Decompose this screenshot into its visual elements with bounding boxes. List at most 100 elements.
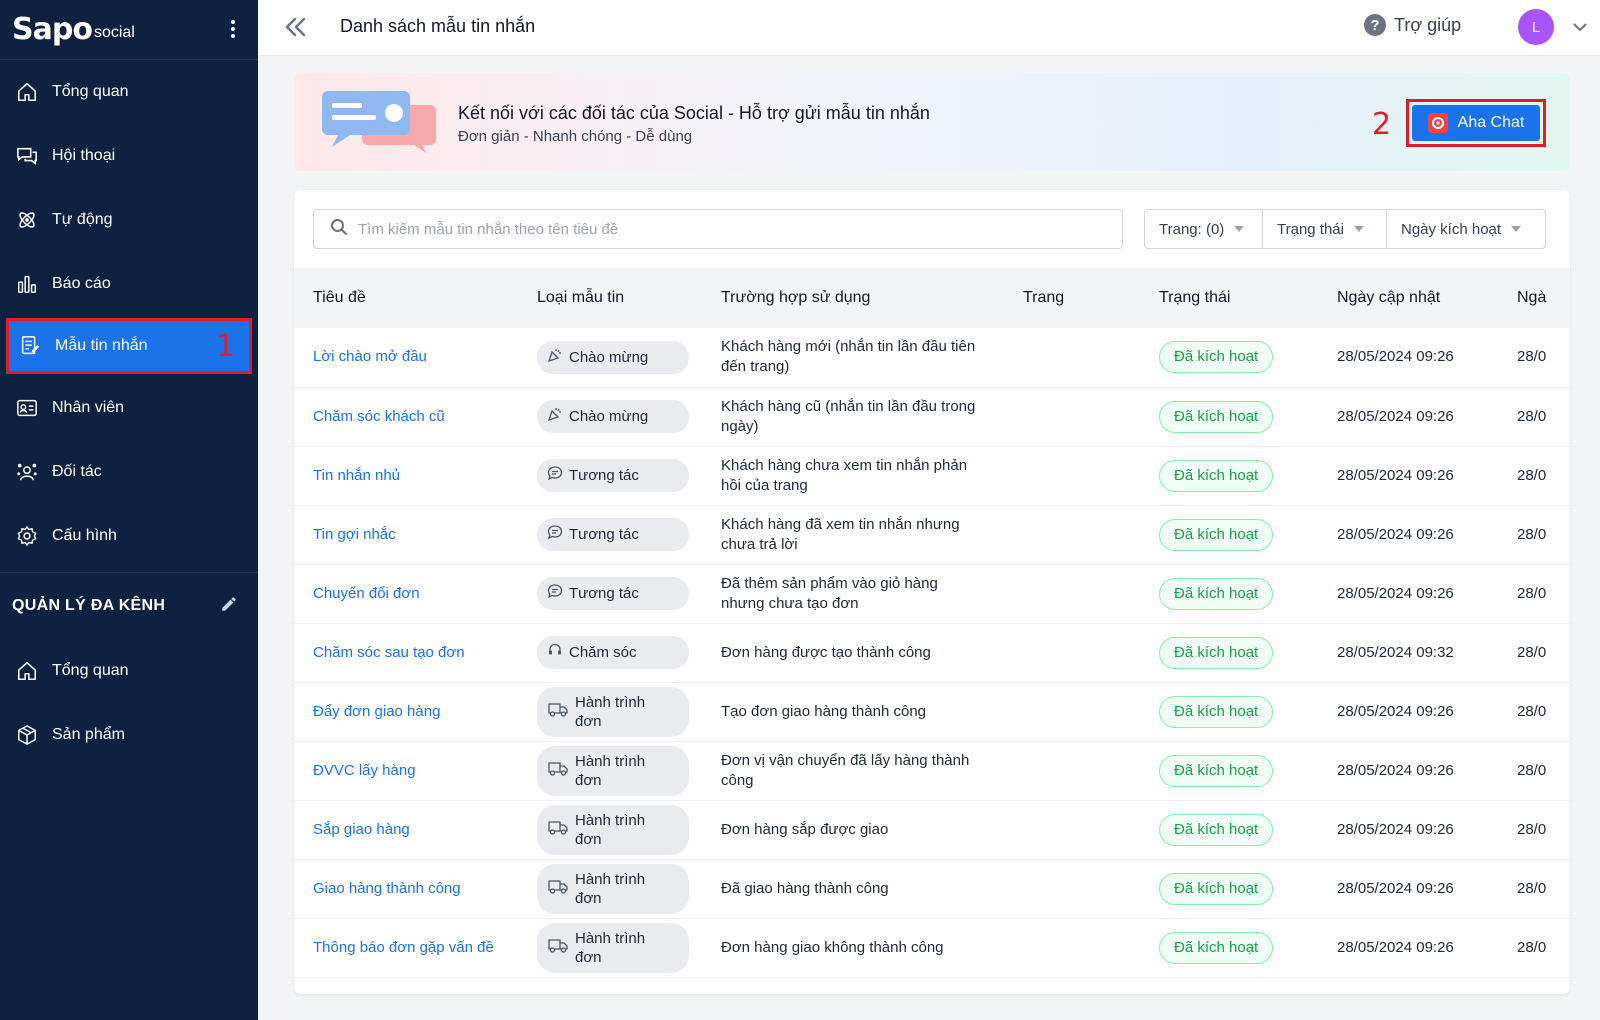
- template-type-label: Hành trình đơn: [575, 693, 646, 730]
- template-title-link[interactable]: Sắp giao hàng: [313, 821, 410, 838]
- logo[interactable]: Sapo: [12, 12, 93, 47]
- template-title-link[interactable]: Lời chào mở đầu: [313, 348, 427, 365]
- column-header-status[interactable]: Trạng thái: [1140, 268, 1318, 328]
- table-row[interactable]: Chuyển đổi đơn Tương tác Đã thêm sản phẩm …: [294, 564, 1570, 623]
- collapse-sidebar-icon[interactable]: [284, 16, 308, 43]
- usage-cell: Tạo đơn giao hàng thành công: [721, 702, 926, 720]
- box-icon: [14, 722, 40, 748]
- template-title-link[interactable]: Thông báo đơn gặp vấn đề: [313, 939, 494, 956]
- sidebar-item-label: Tự động: [52, 211, 113, 228]
- sidebar-item-tong-quan[interactable]: Tổng quan: [0, 639, 258, 703]
- template-type-chip: Chăm sóc: [537, 636, 689, 669]
- edit-icon[interactable]: [220, 595, 238, 618]
- page-cell: [1004, 918, 1140, 977]
- caret-down-icon: [1511, 226, 1522, 232]
- table-row[interactable]: Chăm sóc khách cũ Chào mừng Khách hàng cũ …: [294, 387, 1570, 446]
- template-title-link[interactable]: Chăm sóc sau tạo đơn: [313, 644, 465, 661]
- automation-icon: [14, 207, 40, 233]
- updated-date-cell: 28/05/2024 09:26: [1337, 525, 1454, 543]
- column-header-title[interactable]: Tiêu đề: [294, 268, 518, 328]
- help-link[interactable]: ? Trợ giúp: [1364, 14, 1461, 36]
- more-menu-icon[interactable]: [230, 20, 236, 38]
- table-row[interactable]: Giao hàng thành công Hành trình đơn Đã gia…: [294, 859, 1570, 918]
- sidebar-item-doi-tac[interactable]: Đối tác: [0, 440, 258, 504]
- logo-bar: Sapo social: [0, 0, 258, 60]
- sidebar-item-label: Tổng quan: [52, 83, 129, 100]
- usage-cell: Đơn hàng được tạo thành công: [721, 643, 931, 661]
- table-row[interactable]: Sắp giao hàng Hành trình đơn Đơn hàng sắp …: [294, 800, 1570, 859]
- sidebar-item-label: Tổng quan: [52, 662, 129, 679]
- chevron-down-icon[interactable]: [1572, 20, 1588, 38]
- template-type-chip: Hành trình đơn: [537, 686, 689, 737]
- sidebar-item-label: Mẫu tin nhắn: [55, 337, 148, 354]
- sidebar-item-tu-dong[interactable]: Tự động: [0, 188, 258, 252]
- page-cell: [1004, 623, 1140, 682]
- template-type-label: Tương tác: [569, 526, 639, 543]
- template-title-link[interactable]: Chuyển đổi đơn: [313, 585, 420, 602]
- template-title-link[interactable]: ĐVVC lấy hàng: [313, 762, 416, 779]
- table-row[interactable]: Lời chào mở đầu Chào mừng Khách hàng mới (…: [294, 328, 1570, 387]
- sidebar-item-san-pham[interactable]: Sản phẩm: [0, 703, 258, 767]
- sidebar-item-label: Báo cáo: [52, 275, 111, 292]
- party-icon: [547, 406, 563, 427]
- usage-cell: Khách hàng cũ (nhắn tin lần đầu trong ng…: [721, 397, 976, 435]
- template-type-chip: Tương tác: [537, 459, 689, 492]
- column-header-activated[interactable]: Ngà: [1498, 268, 1570, 328]
- sidebar: Sapo social Tổng quan Hội thoại Tự động Báo…: [0, 0, 258, 1020]
- status-badge: Đã kích hoạt: [1159, 636, 1274, 669]
- column-header-type[interactable]: Loại mẫu tin: [518, 268, 702, 328]
- message-icon: [547, 524, 563, 545]
- help-icon: ?: [1364, 14, 1386, 36]
- search-input[interactable]: [358, 220, 1078, 238]
- avatar[interactable]: L: [1518, 9, 1554, 45]
- usage-cell: Khách hàng đã xem tin nhắn nhưng chưa tr…: [721, 515, 960, 553]
- aha-chat-label: Aha Chat: [1457, 114, 1525, 131]
- table-row[interactable]: ĐVVC lấy hàng Hành trình đơn Đơn vị vận ch…: [294, 741, 1570, 800]
- message-icon: [547, 465, 563, 486]
- template-title-link[interactable]: Tin gợi nhắc: [313, 526, 396, 543]
- template-title-link[interactable]: Giao hàng thành công: [313, 880, 461, 897]
- usage-cell: Khách hàng chưa xem tin nhắn phản hồi củ…: [721, 456, 968, 494]
- section-title-label: QUẢN LÝ ĐA KÊNH: [12, 597, 166, 614]
- template-type-chip: Hành trình đơn: [537, 922, 689, 973]
- table-row[interactable]: Tin nhắn nhủ Tương tác Khách hàng chưa xem…: [294, 446, 1570, 505]
- status-badge: Đã kích hoạt: [1159, 872, 1274, 905]
- status-filter[interactable]: Trạng thái: [1263, 210, 1387, 248]
- column-header-usage[interactable]: Trường hợp sử dụng: [702, 268, 1004, 328]
- partner-icon: [14, 459, 40, 485]
- template-type-label: Hành trình đơn: [575, 929, 646, 966]
- topbar: Danh sách mẫu tin nhắn ? Trợ giúp L: [258, 0, 1600, 56]
- aha-chat-button[interactable]: Aha Chat: [1412, 105, 1540, 141]
- template-type-chip: Chào mừng: [537, 340, 689, 374]
- home-icon: [14, 79, 40, 105]
- page-filter[interactable]: Trang: (0): [1145, 210, 1263, 248]
- sidebar-item-tong-quan[interactable]: Tổng quan: [0, 60, 258, 124]
- template-type-chip: Tương tác: [537, 518, 689, 551]
- sidebar-item-mau-tin-nhan[interactable]: Mẫu tin nhắn 1: [6, 318, 252, 374]
- template-title-link[interactable]: Chăm sóc khách cũ: [313, 408, 445, 425]
- logo-sub: social: [93, 23, 135, 41]
- sidebar-item-nhan-vien[interactable]: Nhân viên: [0, 376, 258, 440]
- sidebar-item-hoi-thoai[interactable]: Hội thoại: [0, 124, 258, 188]
- aha-chat-logo-icon: [1427, 113, 1448, 133]
- sidebar-item-cau-hinh[interactable]: Cấu hình: [0, 504, 258, 568]
- updated-date-cell: 28/05/2024 09:26: [1337, 584, 1454, 602]
- template-title-link[interactable]: Tin nhắn nhủ: [313, 467, 400, 484]
- table-row[interactable]: Tin gợi nhắc Tương tác Khách hàng đã xem t…: [294, 505, 1570, 564]
- column-header-page[interactable]: Trang: [1004, 268, 1140, 328]
- status-badge: Đã kích hoạt: [1159, 813, 1274, 846]
- activated-date-cell: 28/0: [1517, 348, 1547, 366]
- table-row[interactable]: Đẩy đơn giao hàng Hành trình đơn Tạo đơn g…: [294, 682, 1570, 741]
- activation-date-filter[interactable]: Ngày kích hoạt: [1387, 210, 1545, 248]
- column-header-updated[interactable]: Ngày cập nhật: [1318, 268, 1498, 328]
- section-nav: Tổng quan Sản phẩm: [0, 639, 258, 767]
- page-title: Danh sách mẫu tin nhắn: [340, 16, 536, 36]
- template-type-chip: Hành trình đơn: [537, 863, 689, 914]
- sidebar-item-bao-cao[interactable]: Báo cáo: [0, 252, 258, 316]
- usage-cell: Khách hàng mới (nhắn tin lần đầu tiên đế…: [721, 338, 976, 376]
- usage-cell: Đã giao hàng thành công: [721, 879, 889, 897]
- table-row[interactable]: Thông báo đơn gặp vấn đề Hành trình đơn Đơ…: [294, 918, 1570, 977]
- table-row[interactable]: Chăm sóc sau tạo đơn Chăm sóc Đơn hàng đượ…: [294, 623, 1570, 682]
- sidebar-item-label: Cấu hình: [52, 527, 117, 544]
- template-title-link[interactable]: Đẩy đơn giao hàng: [313, 703, 440, 720]
